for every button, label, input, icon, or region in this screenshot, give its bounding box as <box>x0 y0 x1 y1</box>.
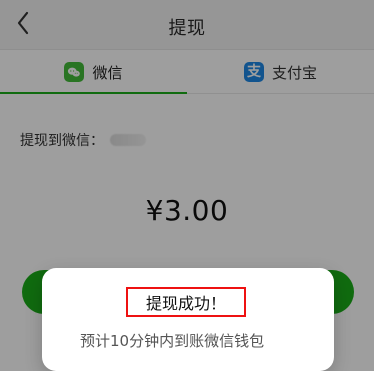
toast-title: 提现成功！ <box>145 294 226 313</box>
success-toast: 提现成功！ 预计10分钟内到账微信钱包 <box>42 268 334 371</box>
withdraw-page: 提现 微信 支 支付宝 提现到微信： ¥3.00 提现成功！ 预计10分钟内到账… <box>0 0 374 371</box>
toast-title-highlight: 提现成功！ <box>126 287 246 317</box>
toast-subtitle: 预计10分钟内到账微信钱包 <box>80 332 265 350</box>
